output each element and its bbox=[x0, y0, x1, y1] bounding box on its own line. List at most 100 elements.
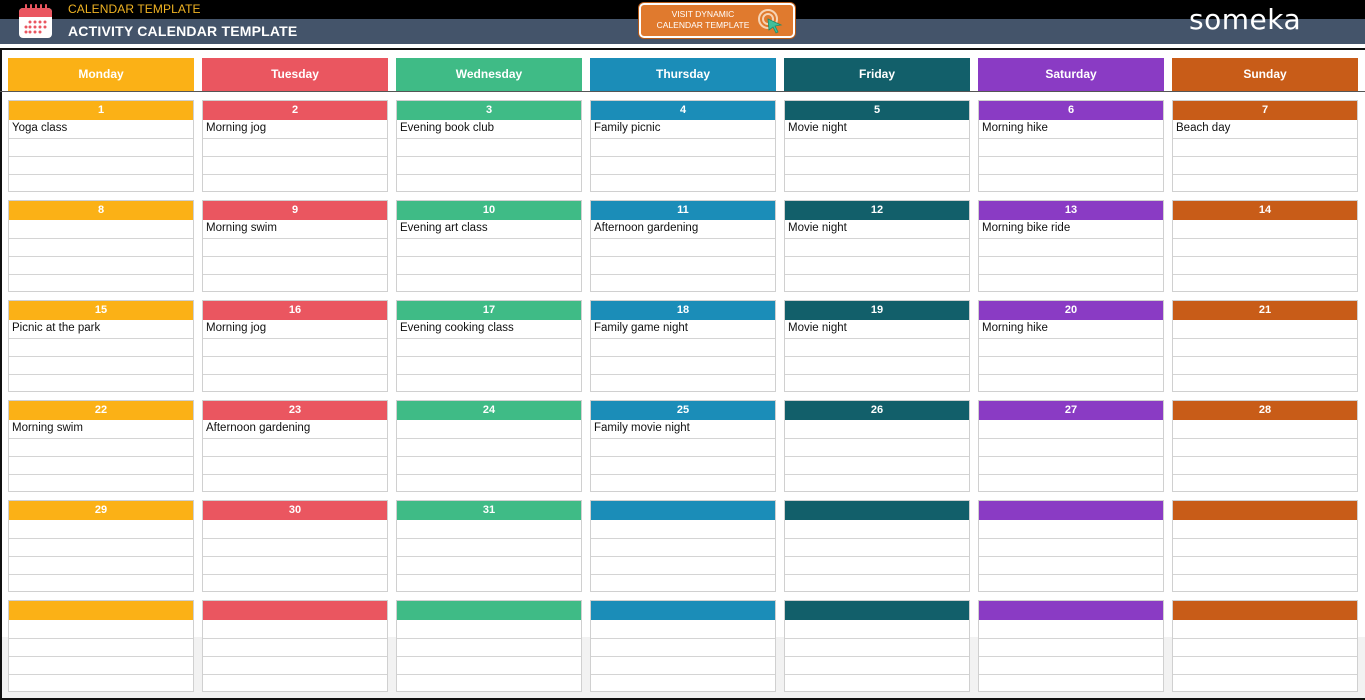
activity-entry[interactable] bbox=[9, 538, 193, 556]
activity-entry[interactable] bbox=[1173, 674, 1357, 692]
activity-entry[interactable]: Morning swim bbox=[203, 220, 387, 238]
activity-entry[interactable] bbox=[203, 356, 387, 374]
activity-entry[interactable] bbox=[397, 674, 581, 692]
activity-entry[interactable] bbox=[591, 174, 775, 192]
activity-entry[interactable] bbox=[9, 356, 193, 374]
activity-entry[interactable] bbox=[1173, 274, 1357, 292]
activity-entry[interactable] bbox=[9, 674, 193, 692]
activity-entry[interactable]: Family movie night bbox=[591, 420, 775, 438]
activity-entry[interactable] bbox=[591, 356, 775, 374]
activity-entry[interactable]: Morning hike bbox=[979, 120, 1163, 138]
activity-entry[interactable] bbox=[203, 538, 387, 556]
activity-entry[interactable] bbox=[591, 574, 775, 592]
activity-entry[interactable] bbox=[979, 374, 1163, 392]
activity-entry[interactable] bbox=[591, 456, 775, 474]
activity-entry[interactable] bbox=[1173, 620, 1357, 638]
activity-entry[interactable] bbox=[979, 538, 1163, 556]
activity-entry[interactable] bbox=[591, 438, 775, 456]
activity-entry[interactable] bbox=[9, 374, 193, 392]
activity-entry[interactable] bbox=[397, 538, 581, 556]
activity-entry[interactable] bbox=[785, 538, 969, 556]
activity-entry[interactable] bbox=[979, 238, 1163, 256]
activity-entry[interactable] bbox=[9, 338, 193, 356]
activity-entry[interactable]: Morning jog bbox=[203, 120, 387, 138]
activity-entry[interactable] bbox=[397, 274, 581, 292]
activity-entry[interactable] bbox=[1173, 638, 1357, 656]
activity-entry[interactable]: Afternoon gardening bbox=[591, 220, 775, 238]
activity-entry[interactable]: Family picnic bbox=[591, 120, 775, 138]
activity-entry[interactable] bbox=[979, 556, 1163, 574]
activity-entry[interactable] bbox=[9, 456, 193, 474]
activity-entry[interactable] bbox=[591, 538, 775, 556]
activity-entry[interactable] bbox=[979, 438, 1163, 456]
activity-entry[interactable]: Yoga class bbox=[9, 120, 193, 138]
activity-entry[interactable] bbox=[9, 520, 193, 538]
activity-entry[interactable]: Family game night bbox=[591, 320, 775, 338]
activity-entry[interactable] bbox=[9, 474, 193, 492]
activity-entry[interactable] bbox=[591, 256, 775, 274]
activity-entry[interactable] bbox=[9, 556, 193, 574]
activity-entry[interactable] bbox=[397, 256, 581, 274]
activity-entry[interactable] bbox=[203, 638, 387, 656]
activity-entry[interactable] bbox=[1173, 256, 1357, 274]
activity-entry[interactable] bbox=[785, 556, 969, 574]
activity-entry[interactable] bbox=[1173, 456, 1357, 474]
activity-entry[interactable] bbox=[9, 620, 193, 638]
activity-entry[interactable] bbox=[1173, 556, 1357, 574]
activity-entry[interactable]: Afternoon gardening bbox=[203, 420, 387, 438]
activity-entry[interactable] bbox=[591, 338, 775, 356]
activity-entry[interactable]: Evening cooking class bbox=[397, 320, 581, 338]
activity-entry[interactable] bbox=[203, 520, 387, 538]
activity-entry[interactable] bbox=[397, 174, 581, 192]
activity-entry[interactable] bbox=[9, 156, 193, 174]
activity-entry[interactable] bbox=[1173, 338, 1357, 356]
activity-entry[interactable] bbox=[397, 520, 581, 538]
activity-entry[interactable] bbox=[785, 438, 969, 456]
activity-entry[interactable] bbox=[591, 474, 775, 492]
activity-entry[interactable] bbox=[1173, 356, 1357, 374]
activity-entry[interactable] bbox=[9, 238, 193, 256]
activity-entry[interactable] bbox=[979, 456, 1163, 474]
activity-entry[interactable]: Morning hike bbox=[979, 320, 1163, 338]
activity-entry[interactable] bbox=[785, 420, 969, 438]
activity-entry[interactable] bbox=[9, 174, 193, 192]
activity-entry[interactable] bbox=[1173, 138, 1357, 156]
activity-entry[interactable] bbox=[203, 656, 387, 674]
activity-entry[interactable] bbox=[785, 138, 969, 156]
activity-entry[interactable] bbox=[979, 338, 1163, 356]
activity-entry[interactable] bbox=[979, 156, 1163, 174]
activity-entry[interactable] bbox=[203, 174, 387, 192]
activity-entry[interactable] bbox=[203, 338, 387, 356]
activity-entry[interactable]: Morning jog bbox=[203, 320, 387, 338]
activity-entry[interactable] bbox=[979, 474, 1163, 492]
activity-entry[interactable] bbox=[785, 338, 969, 356]
activity-entry[interactable] bbox=[1173, 156, 1357, 174]
activity-entry[interactable] bbox=[397, 356, 581, 374]
activity-entry[interactable] bbox=[591, 620, 775, 638]
activity-entry[interactable] bbox=[591, 374, 775, 392]
activity-entry[interactable] bbox=[203, 674, 387, 692]
activity-entry[interactable] bbox=[9, 220, 193, 238]
activity-entry[interactable] bbox=[397, 374, 581, 392]
activity-entry[interactable] bbox=[785, 374, 969, 392]
visit-dynamic-calendar-button[interactable]: VISIT DYNAMIC CALENDAR TEMPLATE bbox=[639, 3, 795, 38]
activity-entry[interactable] bbox=[591, 274, 775, 292]
activity-entry[interactable] bbox=[979, 420, 1163, 438]
activity-entry[interactable] bbox=[785, 238, 969, 256]
activity-entry[interactable] bbox=[397, 238, 581, 256]
activity-entry[interactable] bbox=[785, 274, 969, 292]
activity-entry[interactable] bbox=[9, 638, 193, 656]
activity-entry[interactable] bbox=[1173, 520, 1357, 538]
activity-entry[interactable] bbox=[397, 156, 581, 174]
activity-entry[interactable] bbox=[397, 438, 581, 456]
activity-entry[interactable]: Evening art class bbox=[397, 220, 581, 238]
activity-entry[interactable] bbox=[785, 456, 969, 474]
activity-entry[interactable] bbox=[397, 338, 581, 356]
activity-entry[interactable]: Movie night bbox=[785, 320, 969, 338]
activity-entry[interactable]: Beach day bbox=[1173, 120, 1357, 138]
activity-entry[interactable]: Evening book club bbox=[397, 120, 581, 138]
activity-entry[interactable] bbox=[785, 156, 969, 174]
activity-entry[interactable] bbox=[397, 638, 581, 656]
activity-entry[interactable] bbox=[979, 574, 1163, 592]
activity-entry[interactable] bbox=[9, 574, 193, 592]
